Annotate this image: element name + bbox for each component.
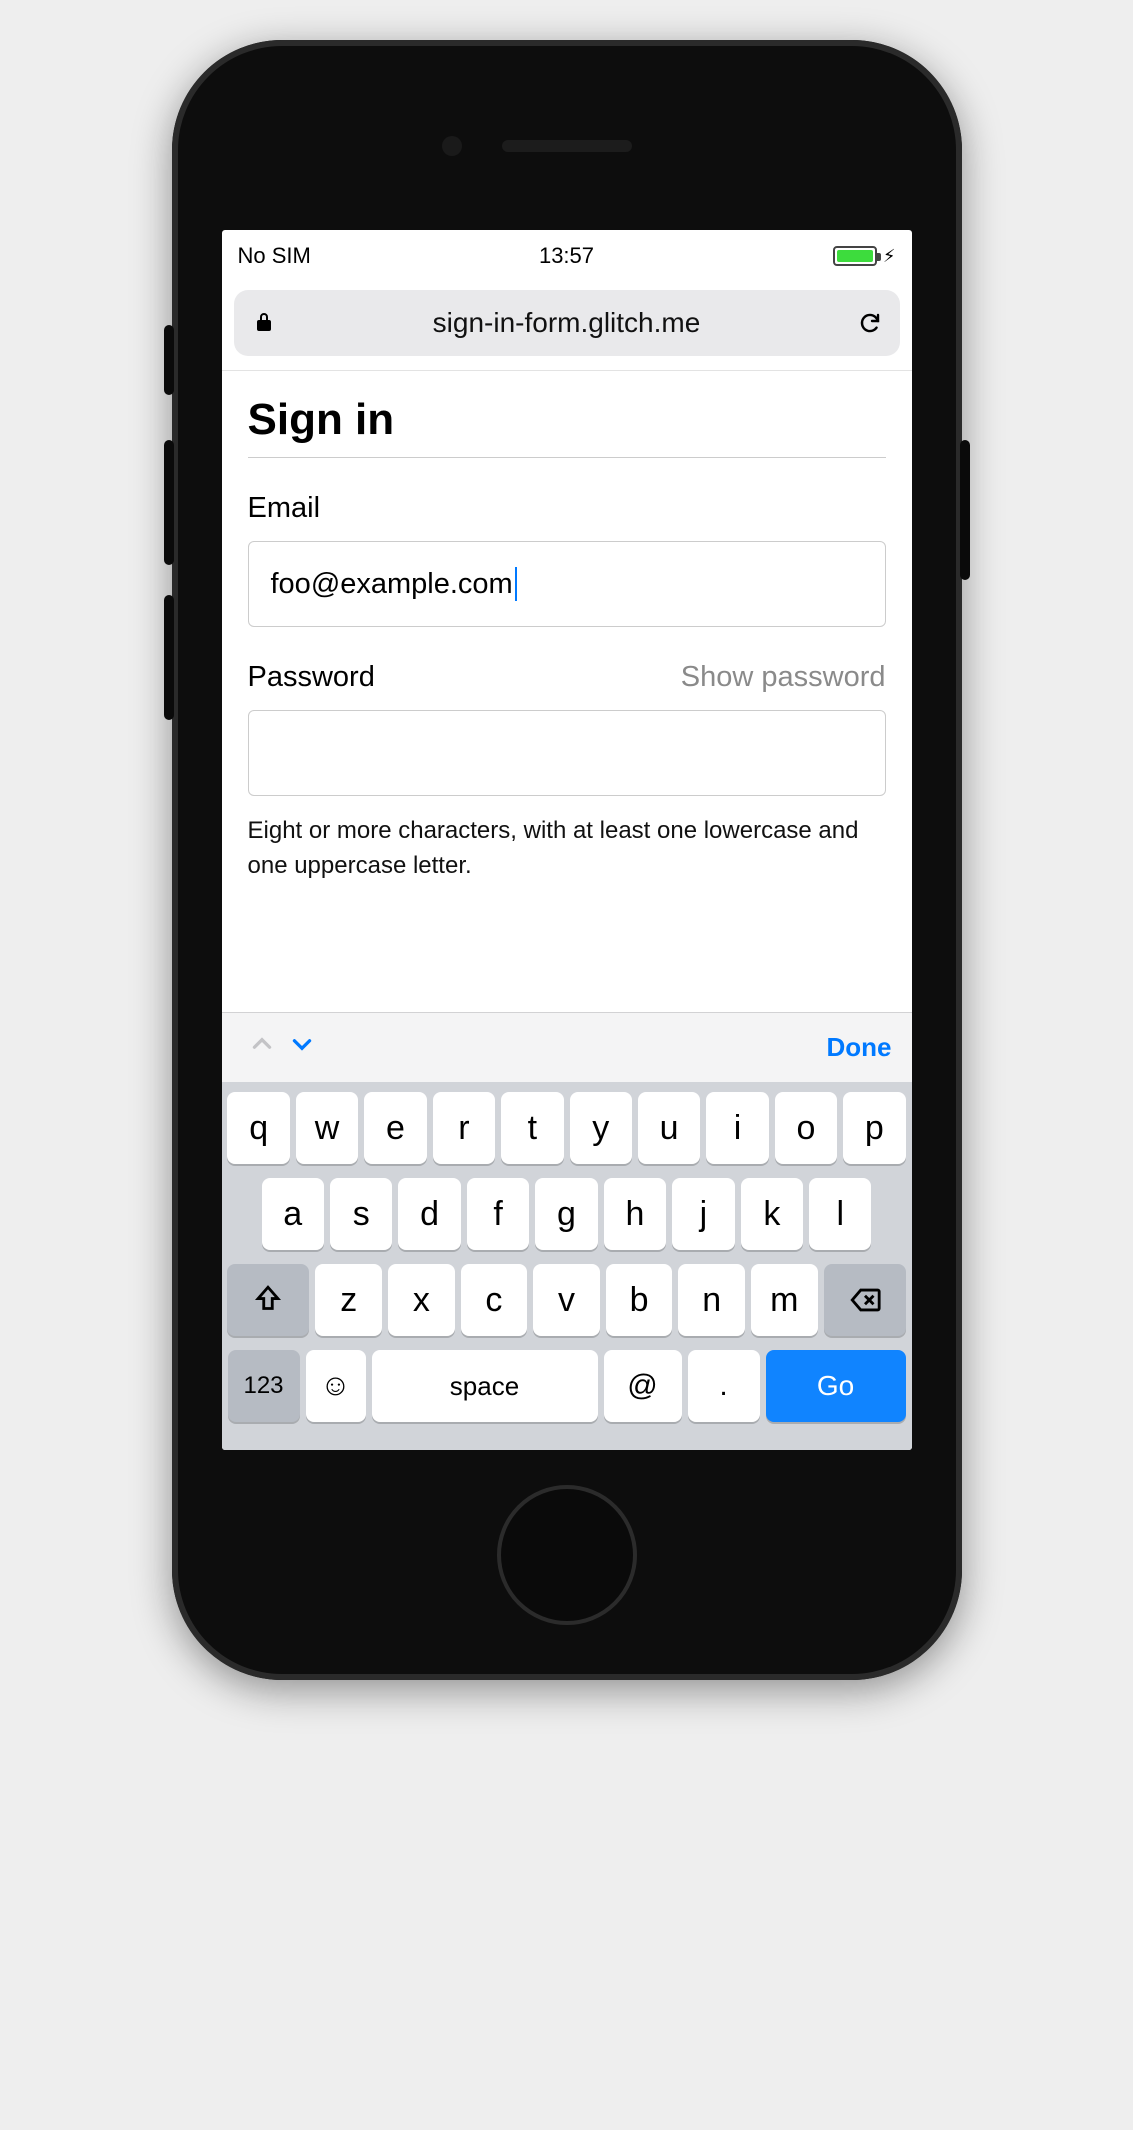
key-e[interactable]: e <box>364 1092 426 1164</box>
browser-chrome: sign-in-form.glitch.me <box>222 282 912 371</box>
key-u[interactable]: u <box>638 1092 700 1164</box>
phone-frame: No SIM 13:57 ⚡︎ sign-in-form.glitch.me S… <box>172 40 962 1680</box>
key-y[interactable]: y <box>570 1092 632 1164</box>
page-title: Sign in <box>248 395 886 458</box>
next-field-button[interactable] <box>282 1031 322 1064</box>
show-password-button[interactable]: Show password <box>681 661 886 694</box>
carrier-label: No SIM <box>238 243 457 269</box>
password-field[interactable] <box>248 710 886 796</box>
page-content: Sign in Email foo@example.com Password S… <box>222 371 912 1012</box>
shift-icon <box>251 1283 285 1317</box>
key-v[interactable]: v <box>533 1264 600 1336</box>
password-group: Password Show password Eight or more cha… <box>248 661 886 884</box>
key-c[interactable]: c <box>461 1264 528 1336</box>
key-s[interactable]: s <box>330 1178 392 1250</box>
volume-up-button <box>164 440 174 565</box>
key-emoji[interactable]: ☺ <box>306 1350 366 1422</box>
key-shift[interactable] <box>227 1264 309 1336</box>
key-space[interactable]: space <box>372 1350 598 1422</box>
home-button[interactable] <box>497 1485 637 1625</box>
key-r[interactable]: r <box>433 1092 495 1164</box>
clock-label: 13:57 <box>457 243 676 269</box>
key-a[interactable]: a <box>262 1178 324 1250</box>
keyboard-accessory: Done <box>222 1012 912 1082</box>
key-f[interactable]: f <box>467 1178 529 1250</box>
reload-icon[interactable] <box>858 311 882 335</box>
key-b[interactable]: b <box>606 1264 673 1336</box>
battery-icon <box>833 246 877 266</box>
key-t[interactable]: t <box>501 1092 563 1164</box>
key-l[interactable]: l <box>809 1178 871 1250</box>
key-at[interactable]: @ <box>604 1350 682 1422</box>
key-backspace[interactable] <box>824 1264 906 1336</box>
key-d[interactable]: d <box>398 1178 460 1250</box>
email-group: Email foo@example.com <box>248 492 886 627</box>
key-dot[interactable]: . <box>688 1350 760 1422</box>
previous-field-button <box>242 1031 282 1064</box>
key-numbers[interactable]: 123 <box>228 1350 300 1422</box>
key-p[interactable]: p <box>843 1092 905 1164</box>
status-right: ⚡︎ <box>676 246 895 267</box>
keyboard: q w e r t y u i o p a s d f g h j k l <box>222 1082 912 1450</box>
phone-speaker <box>502 140 632 152</box>
status-bar: No SIM 13:57 ⚡︎ <box>222 230 912 282</box>
screen: No SIM 13:57 ⚡︎ sign-in-form.glitch.me S… <box>222 230 912 1450</box>
lock-icon <box>252 311 276 335</box>
key-j[interactable]: j <box>672 1178 734 1250</box>
email-field[interactable]: foo@example.com <box>248 541 886 627</box>
key-k[interactable]: k <box>741 1178 803 1250</box>
backspace-icon <box>848 1283 882 1317</box>
text-caret <box>515 567 517 601</box>
address-bar[interactable]: sign-in-form.glitch.me <box>234 290 900 356</box>
key-m[interactable]: m <box>751 1264 818 1336</box>
keyboard-done-button[interactable]: Done <box>827 1032 892 1063</box>
email-label: Email <box>248 492 886 525</box>
key-w[interactable]: w <box>296 1092 358 1164</box>
key-x[interactable]: x <box>388 1264 455 1336</box>
front-camera <box>442 136 462 156</box>
charging-icon: ⚡︎ <box>883 246 896 267</box>
mute-switch <box>164 325 174 395</box>
key-go[interactable]: Go <box>766 1350 906 1422</box>
key-i[interactable]: i <box>706 1092 768 1164</box>
key-q[interactable]: q <box>227 1092 289 1164</box>
key-n[interactable]: n <box>678 1264 745 1336</box>
key-g[interactable]: g <box>535 1178 597 1250</box>
power-button <box>960 440 970 580</box>
password-label: Password <box>248 661 375 694</box>
emoji-icon: ☺ <box>320 1369 351 1403</box>
key-h[interactable]: h <box>604 1178 666 1250</box>
password-hint: Eight or more characters, with at least … <box>248 814 886 884</box>
key-z[interactable]: z <box>315 1264 382 1336</box>
volume-down-button <box>164 595 174 720</box>
key-o[interactable]: o <box>775 1092 837 1164</box>
url-text: sign-in-form.glitch.me <box>286 307 848 339</box>
email-value: foo@example.com <box>271 568 513 601</box>
